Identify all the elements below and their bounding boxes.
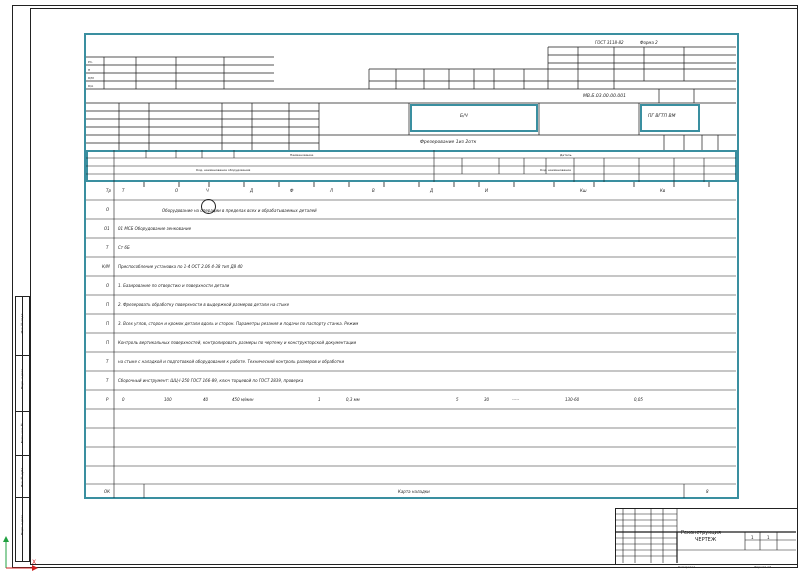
- row-code-12: Р: [106, 397, 109, 402]
- op9-text: на стыке с наладкой и подготовкой оборуд…: [118, 359, 345, 364]
- row-label-1: П: [88, 68, 91, 72]
- op1-text: Оборудование на операции в пределах всех…: [162, 208, 317, 213]
- op4-text: Приспособление установка по 1-4 ОСТ 2.06…: [118, 264, 243, 269]
- column-header-lines: [86, 150, 736, 182]
- left-strip: Инв. № подл. Подп. и дата Взам. инв. № И…: [15, 296, 30, 562]
- sheet-label: Б/Ч: [460, 114, 468, 119]
- row-code-1: Тр: [106, 188, 111, 193]
- row-code-5: К/М: [102, 264, 110, 269]
- op11-c7: 5: [456, 397, 459, 402]
- op11-c10: 130-60: [565, 397, 580, 402]
- op0-c6: Л: [330, 188, 334, 193]
- row-code-9: П: [106, 340, 110, 345]
- op11-c6: 0,3 мм: [346, 397, 360, 402]
- sheets-total: 1: [767, 535, 770, 540]
- footer-left: ОК: [104, 489, 110, 494]
- title-line2: ЧЕРТЕЖ: [695, 537, 717, 543]
- op0-c10: Кш: [580, 188, 587, 193]
- row-code-6: О: [106, 283, 110, 288]
- op11-c3: 40: [203, 397, 209, 402]
- row-code-10: Т: [106, 359, 109, 364]
- bottom-left-label: Копировал: [678, 565, 696, 569]
- op0-c5: Ф: [290, 188, 294, 193]
- row-label-2: К/М: [88, 76, 94, 80]
- op0-c3: Ч: [206, 188, 209, 193]
- left-strip-label-2: Подп. и дата: [20, 368, 24, 390]
- org-mark: ПГ ВГТП ВМ: [648, 114, 676, 119]
- op11-c2: 100: [164, 397, 172, 402]
- operation-title: Фрезерование 1из 2отк: [420, 140, 477, 145]
- ucs-axis-icon: X: [3, 536, 38, 571]
- op0-c4: Д: [250, 188, 254, 193]
- op0-c2: О: [175, 188, 179, 193]
- row-code-3: О1: [104, 226, 110, 231]
- row-code-2: О: [106, 207, 110, 212]
- op0-c8: Д: [430, 188, 434, 193]
- row-code-11: Т: [106, 378, 109, 383]
- left-strip-label-1: Инв. № подл.: [20, 312, 24, 334]
- left-strip-label-4: Инв. № дубл.: [20, 466, 24, 488]
- op2-text: 01 МСБ Оборудование зенкование: [118, 226, 192, 231]
- footer-right: 8: [706, 489, 709, 494]
- op7-text: 3. Всех углов, сторон и кромок детали вд…: [118, 321, 359, 326]
- row-label-0: Рп.: [88, 60, 93, 64]
- op11-c4: 450 м/мин: [232, 397, 254, 402]
- op6-text: 2. Фрезеровать обработку поверхности в в…: [118, 302, 290, 307]
- sheet-num: 1: [751, 535, 754, 540]
- footer-center: Карта наладки: [398, 489, 430, 494]
- op0-c1: Т: [122, 188, 125, 193]
- title-line1: Реконструкция: [681, 530, 721, 536]
- op11-c11: 0,05: [634, 397, 643, 402]
- designation: МВ.Б.03.00.00.001: [583, 94, 626, 99]
- left-strip-label-3: Взам. инв. №: [20, 422, 24, 444]
- op11-c9: -----: [512, 397, 520, 402]
- op0-c9: И: [485, 188, 488, 193]
- op10-text: Сборочный инструмент: ШЦ-I-250 ГОСТ 166-…: [118, 378, 304, 383]
- bottom-right-label: Формат А3: [754, 565, 772, 569]
- op11-c1: 0: [122, 397, 125, 402]
- op11-c5: 1: [318, 397, 321, 402]
- svg-text:X: X: [32, 559, 36, 566]
- sheet-label-box: [410, 104, 538, 132]
- op0-c11: Кв: [660, 188, 666, 193]
- row-code-4: Т: [106, 245, 109, 250]
- op3-text: Ст 6Б: [118, 245, 130, 250]
- row-label-3: К/А: [88, 84, 94, 88]
- op0-c7: В: [372, 188, 375, 193]
- op5-text: 1. Базирование по отверстию и поверхност…: [118, 283, 230, 288]
- row-code-8: П: [106, 321, 110, 326]
- op11-c8: 30: [484, 397, 490, 402]
- row-code-7: П: [106, 302, 110, 307]
- op8-text: Контроль вертикальных поверхностей, конт…: [118, 340, 357, 345]
